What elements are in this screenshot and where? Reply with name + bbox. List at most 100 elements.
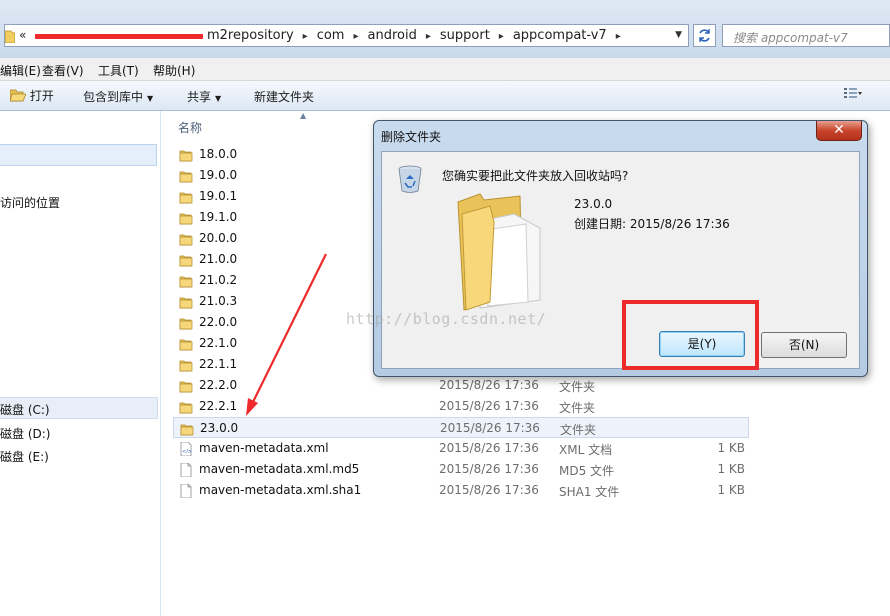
address-bar[interactable]: « m2repository ▸ com ▸ android ▸ support ▸ appco… [4, 24, 689, 47]
xml-document-icon: </> [179, 441, 193, 459]
delete-folder-dialog: 删除文件夹 ✕ 您确实要把此文件夹放入回收站吗? 23.0.0 创建日期: 20… [373, 120, 868, 377]
redaction-mark [35, 34, 203, 39]
file-size: 1 KB [717, 462, 745, 476]
column-header-name[interactable]: 名称 [178, 119, 202, 136]
new-folder-button[interactable]: 新建文件夹 [254, 88, 314, 105]
file-date-modified: 2015/8/26 17:36 [439, 399, 539, 413]
dialog-title: 删除文件夹 [381, 130, 442, 144]
breadcrumb-com[interactable]: com [315, 28, 347, 43]
file-type: MD5 文件 [559, 464, 615, 478]
nav-drive-d[interactable]: 磁盘 (D:) [0, 425, 50, 442]
file-row[interactable]: maven-metadata.xml.sha1 2015/8/26 17:36 SH… [173, 480, 749, 501]
file-row[interactable]: maven-metadata.xml.md5 2015/8/26 17:36 MD5… [173, 459, 749, 480]
folder-icon [179, 379, 193, 396]
file-size: 1 KB [717, 441, 745, 455]
file-name: maven-metadata.xml.sha1 [199, 483, 362, 497]
file-row[interactable]: 23.0.0 2015/8/26 17:36 文件夹 [173, 417, 749, 438]
open-folder-icon [9, 89, 27, 102]
breadcrumb-support[interactable]: support [438, 28, 492, 43]
include-in-library-button[interactable]: 包含到库中 ▼ [83, 88, 153, 105]
dialog-question: 您确实要把此文件夹放入回收站吗? [442, 169, 629, 183]
file-type: SHA1 文件 [559, 485, 620, 499]
breadcrumb-separator-icon[interactable]: ▸ [346, 31, 365, 42]
folder-icon [179, 400, 193, 417]
command-bar: 打开 包含到库中 ▼ 共享 ▼ 新建文件夹 [0, 81, 890, 111]
file-date-modified: 2015/8/26 17:36 [439, 483, 539, 497]
file-date-modified: 2015/8/26 17:36 [440, 421, 540, 435]
annotation-highlight-box [622, 300, 759, 370]
nav-drive-e[interactable]: 磁盘 (E:) [0, 448, 49, 465]
svg-text:</>: </> [182, 449, 192, 455]
file-name: 19.0.0 [199, 168, 238, 182]
view-list-icon [844, 88, 862, 98]
address-dropdown-icon[interactable]: ▼ [675, 30, 682, 40]
breadcrumb-overflow[interactable]: « [19, 28, 26, 42]
folder-icon [179, 190, 193, 207]
file-name: 22.2.1 [199, 399, 238, 413]
menu-view[interactable]: 查看(V) [42, 62, 84, 79]
folder-icon [179, 232, 193, 249]
refresh-button[interactable] [693, 24, 716, 47]
file-row[interactable]: 22.2.1 2015/8/26 17:36 文件夹 [173, 396, 749, 417]
folder-icon [179, 253, 193, 270]
large-folder-icon [450, 192, 550, 315]
folder-icon [179, 274, 193, 291]
sort-ascending-icon: ▲ [300, 111, 307, 120]
folder-icon [179, 358, 193, 375]
menu-edit[interactable]: 编辑(E) [0, 62, 41, 79]
file-type: XML 文档 [559, 443, 613, 457]
file-name: 22.1.0 [199, 336, 238, 350]
chevron-down-icon: ▼ [147, 94, 154, 103]
address-bar-area: « m2repository ▸ com ▸ android ▸ support ▸ appco… [0, 0, 890, 58]
menu-help[interactable]: 帮助(H) [153, 62, 195, 79]
search-input[interactable]: 搜索 appcompat-v7 [722, 24, 890, 47]
file-name: maven-metadata.xml [199, 441, 329, 455]
search-placeholder: 搜索 appcompat-v7 [733, 31, 848, 45]
breadcrumb-m2repository[interactable]: m2repository [205, 28, 296, 43]
open-button[interactable]: 打开 [9, 87, 54, 104]
view-options-button[interactable] [844, 87, 862, 103]
dialog-created-date: 创建日期: 2015/8/26 17:36 [574, 217, 730, 231]
file-size: 1 KB [717, 483, 745, 497]
file-name: maven-metadata.xml.md5 [199, 462, 360, 476]
file-date-modified: 2015/8/26 17:36 [439, 378, 539, 392]
file-row[interactable]: </> maven-metadata.xml 2015/8/26 17:36 XML … [173, 438, 749, 459]
file-type: 文件夹 [560, 423, 597, 437]
file-icon [179, 483, 193, 501]
file-name: 23.0.0 [200, 421, 239, 435]
folder-icon [179, 337, 193, 354]
breadcrumb-android[interactable]: android [366, 28, 419, 43]
breadcrumb-separator-icon[interactable]: ▸ [296, 31, 315, 42]
close-button[interactable]: ✕ [816, 121, 862, 141]
dialog-folder-name: 23.0.0 [574, 197, 613, 211]
navigation-pane: 访问的位置 磁盘 (C:) 磁盘 (D:) 磁盘 (E:) [0, 111, 161, 616]
breadcrumb-separator-icon[interactable]: ▸ [492, 31, 511, 42]
breadcrumb-appcompat[interactable]: appcompat-v7 [511, 28, 609, 43]
chevron-down-icon: ▼ [215, 94, 222, 103]
no-button[interactable]: 否(N) [761, 332, 847, 358]
file-name: 21.0.3 [199, 294, 238, 308]
breadcrumb: m2repository ▸ com ▸ android ▸ support ▸ appcomp… [205, 28, 628, 43]
nav-recent-places[interactable]: 访问的位置 [0, 194, 60, 211]
nav-selected-item[interactable] [0, 144, 157, 166]
breadcrumb-separator-icon[interactable]: ▸ [419, 31, 438, 42]
file-name: 18.0.0 [199, 147, 238, 161]
file-name: 19.0.1 [199, 189, 238, 203]
breadcrumb-separator-icon[interactable]: ▸ [609, 31, 628, 42]
file-name: 22.1.1 [199, 357, 238, 371]
menu-tools[interactable]: 工具(T) [98, 62, 139, 79]
file-row[interactable]: 22.2.0 2015/8/26 17:36 文件夹 [173, 375, 749, 396]
recycle-bin-icon [397, 165, 423, 196]
file-name: 21.0.0 [199, 252, 238, 266]
file-date-modified: 2015/8/26 17:36 [439, 462, 539, 476]
nav-drive-c[interactable]: 磁盘 (C:) [0, 401, 50, 418]
folder-icon [179, 295, 193, 312]
file-type: 文件夹 [559, 401, 596, 415]
file-type: 文件夹 [559, 380, 596, 394]
folder-icon [179, 169, 193, 186]
folder-icon [4, 29, 16, 46]
open-label: 打开 [29, 89, 54, 103]
share-button[interactable]: 共享 ▼ [187, 88, 221, 105]
dialog-body: 您确实要把此文件夹放入回收站吗? 23.0.0 创建日期: 2015/8/26 … [381, 151, 860, 369]
share-label: 共享 [187, 90, 212, 104]
